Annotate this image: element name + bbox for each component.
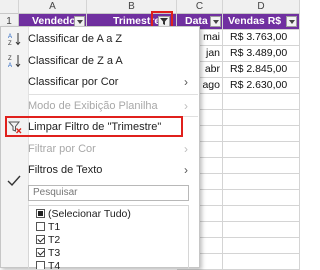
empty-cell[interactable] [223, 142, 300, 158]
column-header-a[interactable]: A [19, 0, 87, 14]
empty-cell[interactable] [223, 158, 300, 174]
list-item-label: T2 [48, 234, 61, 246]
column-header-c[interactable]: C [177, 0, 223, 14]
header-label: Vendas R$ [228, 15, 282, 27]
menu-item-label: Filtros de Texto [28, 164, 103, 176]
menu-item-label: Classificar por Cor [28, 76, 119, 88]
empty-cell[interactable] [223, 222, 300, 238]
empty-cell[interactable] [223, 110, 300, 126]
submenu-arrow-icon: › [184, 75, 188, 89]
svg-text:A: A [8, 63, 12, 68]
empty-cell[interactable] [223, 190, 300, 206]
checkbox-checked[interactable] [36, 235, 45, 244]
sales-cell[interactable]: R$ 3.763,00 [223, 30, 300, 46]
checkmark-icon [7, 175, 21, 187]
cell-value: R$ 2.630,00 [230, 79, 288, 91]
menu-item-filter-by-color: Filtrar por Cor › [1, 139, 199, 159]
list-item-t1[interactable]: T1 [36, 221, 60, 234]
menu-item-sheet-view: Modo de Exibição Planilha › [1, 96, 199, 116]
menu-separator [28, 94, 198, 95]
sort-descending-icon: Z A [8, 55, 21, 68]
empty-cell[interactable] [223, 206, 300, 222]
filter-value-list: (Selecionar Tudo) T1 T2 T3 T4 [28, 205, 189, 269]
sort-ascending-icon: A Z [8, 33, 21, 46]
list-item-label: T1 [48, 221, 61, 233]
list-item-select-all[interactable]: (Selecionar Tudo) [36, 208, 131, 221]
cell-value: R$ 3.763,00 [230, 31, 288, 43]
cell-value: abr [204, 63, 220, 75]
checkbox-unchecked[interactable] [36, 222, 45, 231]
cell-value: R$ 2.845,00 [230, 63, 288, 75]
sales-cell[interactable]: R$ 2.845,00 [223, 62, 300, 78]
empty-cell[interactable] [223, 238, 300, 254]
menu-item-label: Filtrar por Cor [28, 143, 96, 155]
search-input[interactable]: Pesquisar [28, 185, 189, 201]
menu-item-sort-by-color[interactable]: Classificar por Cor › [1, 72, 199, 92]
submenu-arrow-icon: › [184, 142, 188, 156]
svg-text:Z: Z [8, 56, 12, 62]
empty-cell[interactable] [223, 94, 300, 110]
menu-item-label: Classificar de A a Z [28, 33, 123, 45]
filter-dropdown-icon[interactable] [210, 16, 221, 27]
checkbox-partial[interactable] [36, 209, 45, 218]
column-header-d[interactable]: D [223, 0, 300, 14]
list-item-t2[interactable]: T2 [36, 234, 60, 247]
checkbox-checked[interactable] [36, 248, 45, 257]
menu-item-sort-a-z[interactable]: A Z Classificar de A a Z [1, 29, 199, 49]
cell-value: jan [205, 47, 220, 59]
filter-dropdown-icon[interactable] [286, 16, 297, 27]
header-cell-vendas[interactable]: Vendas R$ [223, 14, 300, 30]
list-item-t3[interactable]: T3 [36, 247, 60, 260]
svg-text:Z: Z [8, 41, 12, 46]
submenu-arrow-icon: › [184, 163, 188, 177]
list-item-label: (Selecionar Tudo) [48, 208, 131, 220]
sales-cell[interactable]: R$ 3.489,00 [223, 46, 300, 62]
menu-item-text-filters[interactable]: Filtros de Texto › [1, 160, 199, 180]
cell-value: mai [203, 31, 220, 43]
filter-menu: A Z Classificar de A a Z Z A Classificar… [0, 26, 200, 269]
menu-item-label: Classificar de Z a A [28, 55, 123, 67]
menu-item-sort-z-a[interactable]: Z A Classificar de Z a A [1, 51, 199, 71]
menu-item-label: Modo de Exibição Planilha [28, 100, 158, 112]
corner-header[interactable] [0, 0, 19, 14]
empty-cell[interactable] [223, 174, 300, 190]
cell-value: R$ 3.489,00 [230, 47, 288, 59]
sales-cell[interactable]: R$ 2.630,00 [223, 78, 300, 94]
clear-filter-highlight [5, 116, 183, 137]
submenu-arrow-icon: › [184, 99, 188, 113]
list-item-label: T3 [48, 247, 61, 259]
cell-value: ago [202, 79, 220, 91]
empty-cell[interactable] [223, 126, 300, 142]
svg-text:A: A [8, 34, 12, 40]
